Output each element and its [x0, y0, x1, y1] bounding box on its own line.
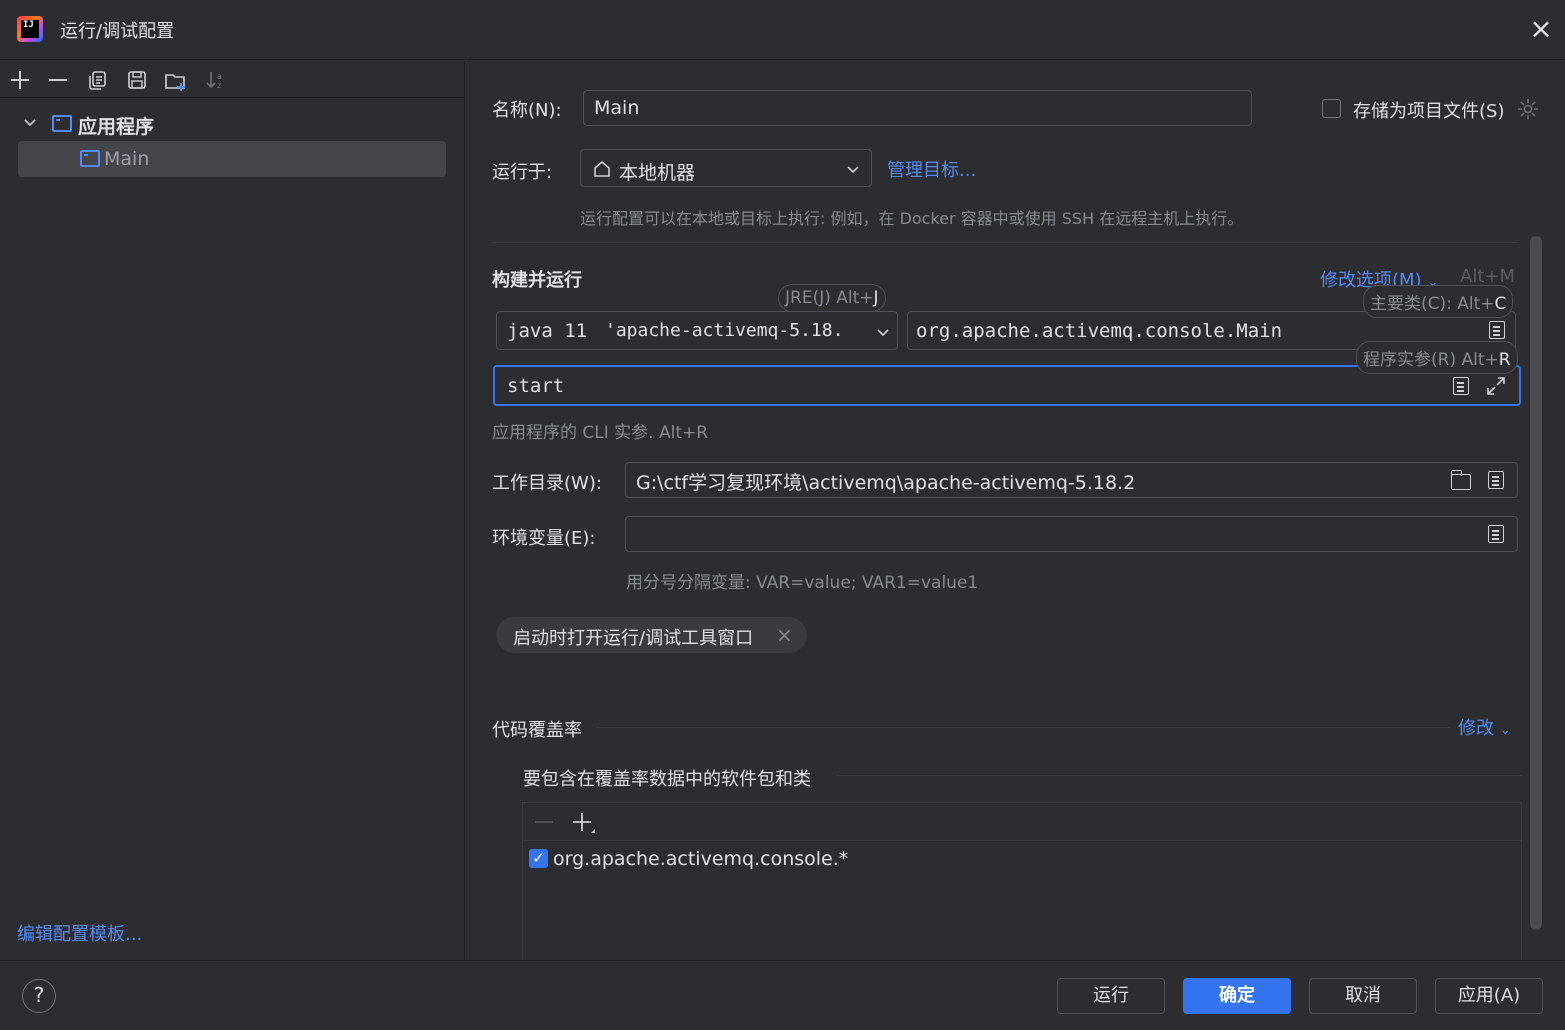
cancel-button[interactable]: 取消 [1309, 978, 1417, 1014]
coverage-item-checkbox[interactable]: ✓ [529, 849, 548, 868]
remove-icon[interactable] [533, 811, 555, 833]
env-hint: 用分号分隔变量: VAR=value; VAR1=value1 [626, 573, 979, 593]
working-dir-value: G:\ctf学习复现环境\activemq\apache-activemq-5.… [636, 472, 1136, 494]
logo-text: IJ [21, 20, 39, 38]
env-label: 环境变量(E): [492, 528, 596, 549]
env-input[interactable] [625, 516, 1518, 552]
coverage-list: ✓ org.apache.activemq.console.* [522, 802, 1522, 962]
store-as-file-label: 存储为项目文件(S) [1353, 101, 1505, 122]
main-class-hint-key: C [1494, 294, 1507, 314]
add-icon[interactable] [8, 69, 32, 93]
config-tree-panel [0, 61, 465, 960]
remove-icon[interactable] [46, 69, 70, 93]
list-icon[interactable] [1488, 525, 1504, 543]
coverage-modify-label: 修改 [1458, 718, 1494, 739]
tag-label: 启动时打开运行/调试工具窗口 [513, 628, 754, 649]
gear-icon[interactable] [1516, 97, 1540, 121]
store-as-file-checkbox[interactable] [1322, 99, 1341, 118]
main-class-hint-text: 主要类(C): Alt+ [1370, 294, 1495, 314]
tree-item-application[interactable]: 应用程序 [18, 106, 446, 142]
separator [596, 727, 1450, 728]
intellij-logo-icon: IJ [17, 16, 43, 42]
window-title: 运行/调试配置 [60, 21, 175, 42]
ok-button[interactable]: 确定 [1183, 978, 1291, 1014]
run-on-hint: 运行配置可以在本地或目标上执行: 例如，在 Docker 容器中或使用 SSH … [580, 209, 1244, 228]
apply-button[interactable]: 应用(A) [1435, 978, 1543, 1014]
jre-value: java 11 [507, 320, 588, 342]
list-icon[interactable] [1453, 377, 1469, 395]
scrollbar[interactable] [1530, 236, 1542, 930]
edit-templates-link[interactable]: 编辑配置模板... [17, 920, 142, 946]
chevron-down-icon[interactable] [22, 112, 38, 132]
args-hint-key: R [1498, 350, 1511, 370]
chevron-down-icon [875, 323, 891, 341]
title-bar: IJ 运行/调试配置 × [0, 0, 1565, 60]
coverage-header: 代码覆盖率 [492, 720, 582, 741]
program-args-value: start [507, 375, 565, 397]
coverage-list-toolbar [523, 803, 1521, 841]
expand-icon[interactable] [1485, 375, 1507, 397]
program-args-hint: 应用程序的 CLI 实参. Alt+R [492, 423, 709, 443]
chevron-down-icon [845, 160, 861, 178]
copy-icon[interactable] [86, 69, 110, 93]
name-value: Main [594, 97, 640, 119]
config-toolbar: az [0, 61, 465, 98]
tree-item-main[interactable]: Main [18, 141, 446, 177]
help-icon[interactable]: ? [22, 979, 56, 1013]
run-button[interactable]: 运行 [1057, 978, 1165, 1014]
open-tool-window-tag[interactable]: 启动时打开运行/调试工具窗口 × [496, 617, 807, 653]
list-icon[interactable] [1488, 471, 1504, 489]
sort-icon[interactable]: az [204, 69, 228, 93]
save-icon[interactable] [125, 69, 149, 93]
main-class-value: org.apache.activemq.console.Main [916, 320, 1283, 342]
application-config-icon [52, 115, 72, 132]
coverage-item-label: org.apache.activemq.console.* [553, 848, 849, 870]
name-label: 名称(N): [492, 100, 562, 121]
svg-text:a: a [217, 72, 222, 81]
working-dir-label: 工作目录(W): [492, 473, 602, 494]
jre-dropdown[interactable]: java 11 'apache-activemq-5.18. [496, 311, 898, 350]
separator [836, 775, 1522, 776]
jre-subvalue: 'apache-activemq-5.18. [605, 320, 844, 341]
manage-targets-link[interactable]: 管理目标... [887, 156, 976, 182]
modify-options-shortcut: Alt+M [1460, 266, 1515, 287]
args-hint-text: 程序实参(R) Alt+ [1363, 350, 1499, 370]
working-dir-input[interactable]: G:\ctf学习复现环境\activemq\apache-activemq-5.… [625, 462, 1518, 498]
close-icon[interactable]: × [776, 623, 793, 647]
close-icon[interactable]: × [1526, 14, 1556, 44]
coverage-include-label: 要包含在覆盖率数据中的软件包和类 [523, 769, 811, 790]
tree-child-label: Main [104, 148, 150, 170]
run-on-dropdown[interactable]: 本地机器 [580, 149, 872, 187]
run-on-label: 运行于: [492, 162, 553, 183]
separator [492, 242, 1518, 243]
application-config-icon [80, 150, 100, 167]
add-icon[interactable] [571, 811, 597, 837]
new-folder-icon[interactable] [164, 69, 188, 93]
build-run-header: 构建并运行 [492, 270, 582, 291]
main-class-shortcut-hint: 主要类(C): Alt+C [1363, 285, 1514, 318]
jre-shortcut-hint: JRE(J) Alt+J [778, 284, 886, 312]
folder-icon[interactable] [1450, 470, 1471, 490]
browse-class-icon[interactable] [1489, 321, 1505, 339]
tree-group-label: 应用程序 [78, 116, 155, 138]
jre-hint-text: JRE(J) Alt+ [785, 288, 874, 308]
name-input[interactable]: Main [583, 90, 1252, 126]
chevron-down-icon: ⌄ [1499, 723, 1511, 738]
svg-text:z: z [217, 81, 221, 90]
program-args-shortcut-hint: 程序实参(R) Alt+R [1356, 341, 1518, 374]
home-icon [592, 159, 612, 179]
jre-hint-key: J [873, 288, 879, 308]
coverage-modify-link[interactable]: 修改 ⌄ [1458, 714, 1511, 740]
run-on-value: 本地机器 [619, 162, 696, 184]
